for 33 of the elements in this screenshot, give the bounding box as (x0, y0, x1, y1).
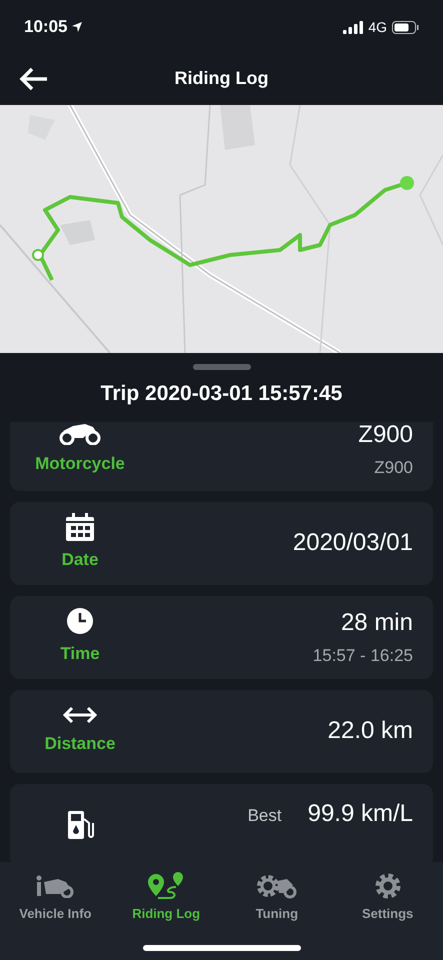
card-value: 2020/03/01 (292, 528, 413, 558)
card-sub-value: 15:57 - 16:25 (312, 645, 413, 668)
calendar-icon (65, 513, 95, 542)
trip-title: Trip 2020-03-01 15:57:45 (100, 381, 342, 407)
value-prefix: Best (248, 804, 282, 826)
fuel-pump-icon (66, 809, 94, 841)
motorcycle-icon (59, 422, 101, 446)
tab-item[interactable]: Vehicle Info (0, 872, 111, 924)
page-title: Riding Log (174, 67, 268, 90)
card-value: 28 min (340, 608, 413, 638)
card-value: Z900 (358, 422, 413, 450)
card-label: Motorcycle (35, 453, 125, 476)
card-label: Time (60, 643, 100, 666)
drag-handle[interactable] (192, 364, 250, 370)
gear-motorcycle-icon (256, 873, 297, 899)
tab-item[interactable]: Settings (332, 872, 443, 924)
info-motorcycle-icon (36, 874, 74, 898)
card-label: Distance (44, 733, 116, 756)
signal-icon (343, 20, 364, 34)
location-arrow-icon (71, 21, 84, 33)
back-arrow-icon (19, 67, 49, 91)
settings-icon (374, 873, 401, 899)
card-value: 22.0 km (328, 716, 413, 746)
card-sub-value: Z900 (374, 457, 413, 480)
battery-icon (392, 20, 419, 34)
tab-item[interactable]: Tuning (222, 872, 332, 924)
network-label: 4G (368, 18, 387, 36)
tab-item[interactable]: Riding Log (110, 872, 222, 924)
card-value: 99.9 km/L (308, 798, 413, 828)
card-label: Date (62, 549, 98, 572)
double-arrow-icon (62, 705, 98, 726)
clock-icon (66, 607, 94, 636)
status-time: 10:05 (24, 16, 68, 38)
